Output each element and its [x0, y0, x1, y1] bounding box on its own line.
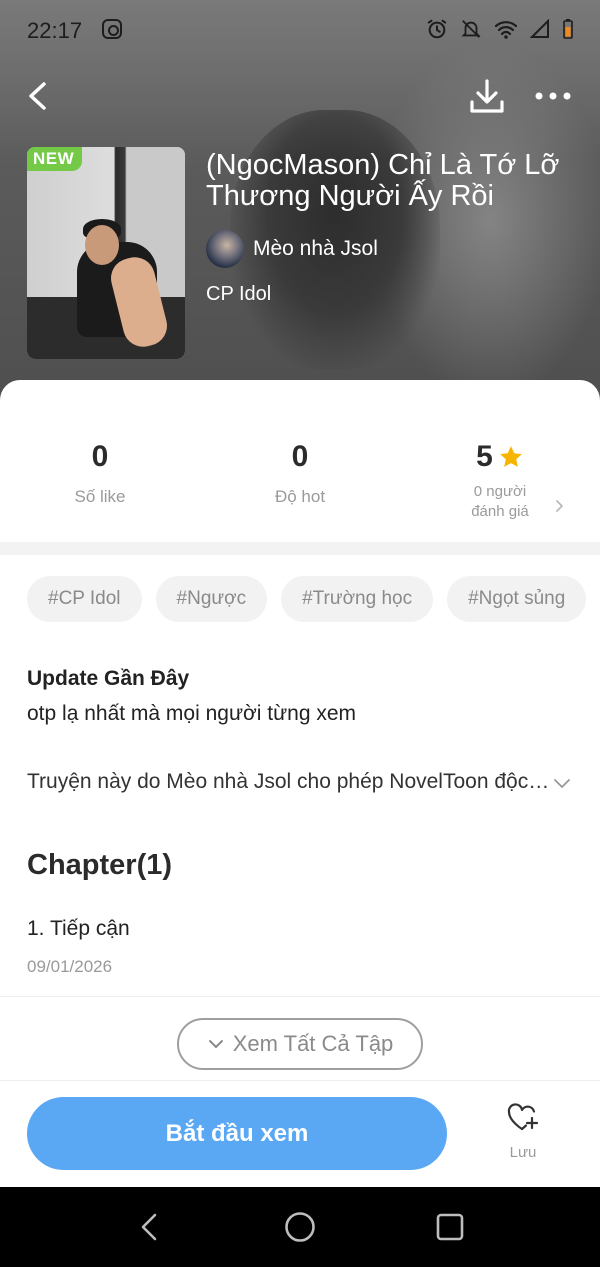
instagram-icon: [102, 19, 122, 39]
story-category[interactable]: CP Idol: [206, 283, 271, 306]
update-text: otp lạ nhất mà mọi người từng xem: [27, 702, 357, 725]
back-button[interactable]: [22, 76, 62, 116]
more-dots-icon: [535, 92, 571, 100]
triangle-back-icon: [141, 1213, 157, 1241]
tag-list: #CP Idol #Ngược #Trường học #Ngọt sủng: [27, 576, 587, 622]
hot-count: 0: [291, 440, 309, 473]
chapter-list-item[interactable]: 1. Tiếp cận 09/01/2026: [0, 905, 600, 995]
see-all-chapters-button[interactable]: Xem Tất Cả Tập: [177, 1018, 423, 1070]
update-heading: Update Gần Đây: [27, 667, 190, 690]
system-home-button[interactable]: [282, 1209, 318, 1245]
home-circle-icon: [285, 1212, 315, 1242]
mute-bell-icon: [461, 20, 481, 38]
author-link[interactable]: Mèo nhà Jsol: [206, 230, 378, 268]
story-cover-image: [27, 147, 185, 359]
start-reading-button[interactable]: Bắt đầu xem: [27, 1097, 447, 1170]
new-badge: NEW: [27, 147, 83, 171]
more-options-button[interactable]: [532, 80, 574, 112]
stat-likes: 0 Số like: [50, 440, 150, 507]
star-icon: [500, 446, 522, 467]
tag-chip[interactable]: #CP Idol: [27, 576, 142, 622]
divider-line: [0, 996, 600, 997]
hot-label: Độ hot: [274, 487, 326, 506]
system-back-button[interactable]: [132, 1209, 168, 1245]
signal-icon: [530, 19, 549, 38]
system-navigation-bar: [0, 1187, 600, 1267]
story-description[interactable]: Truyện này do Mèo nhà Jsol cho phép Nove…: [27, 770, 551, 794]
square-recents-icon: [436, 1213, 464, 1241]
wifi-icon: [494, 21, 518, 39]
chapter-title: 1. Tiếp cận: [27, 917, 130, 940]
status-bar: 22:17: [0, 0, 600, 60]
rating-count-label: 0 người: [473, 483, 527, 500]
tag-chip[interactable]: #Trường học: [281, 576, 434, 622]
author-avatar: [206, 230, 244, 268]
story-title: (NgocMason) Chỉ Là Tớ Lỡ Thương Người Ấy…: [206, 149, 560, 212]
see-all-label: Xem Tất Cả Tập: [232, 1031, 394, 1056]
chevron-right-icon: [556, 500, 564, 512]
chapter-heading: Chapter(1): [27, 849, 173, 881]
chapter-date: 09/01/2026: [27, 957, 113, 976]
chevron-down-icon: [208, 1040, 223, 1048]
save-button[interactable]: Lưu: [493, 1100, 553, 1170]
status-icons: [426, 18, 574, 40]
status-time: 22:17: [27, 18, 83, 43]
stat-hot: 0 Độ hot: [250, 440, 350, 507]
alarm-icon: [427, 19, 447, 39]
tag-chip[interactable]: #Ngược: [155, 576, 268, 622]
save-label: Lưu: [509, 1144, 537, 1161]
battery-icon: [563, 19, 573, 39]
rating-value: 5: [476, 440, 493, 473]
section-divider: [0, 542, 600, 555]
download-button[interactable]: [466, 76, 508, 118]
chevron-left-icon: [29, 82, 46, 110]
author-name: Mèo nhà Jsol: [253, 237, 378, 260]
system-recents-button[interactable]: [432, 1209, 468, 1245]
rating-caption: đánh giá: [471, 503, 529, 520]
likes-count: 0: [91, 440, 109, 473]
likes-label: Số like: [74, 487, 126, 506]
heart-add-icon: [507, 1103, 539, 1131]
divider-line: [0, 1080, 600, 1081]
stat-rating[interactable]: 5 0 người đánh giá: [450, 440, 550, 522]
tag-chip[interactable]: #Ngọt sủng: [447, 576, 587, 622]
chevron-down-icon[interactable]: [552, 774, 572, 794]
download-icon: [470, 79, 504, 113]
